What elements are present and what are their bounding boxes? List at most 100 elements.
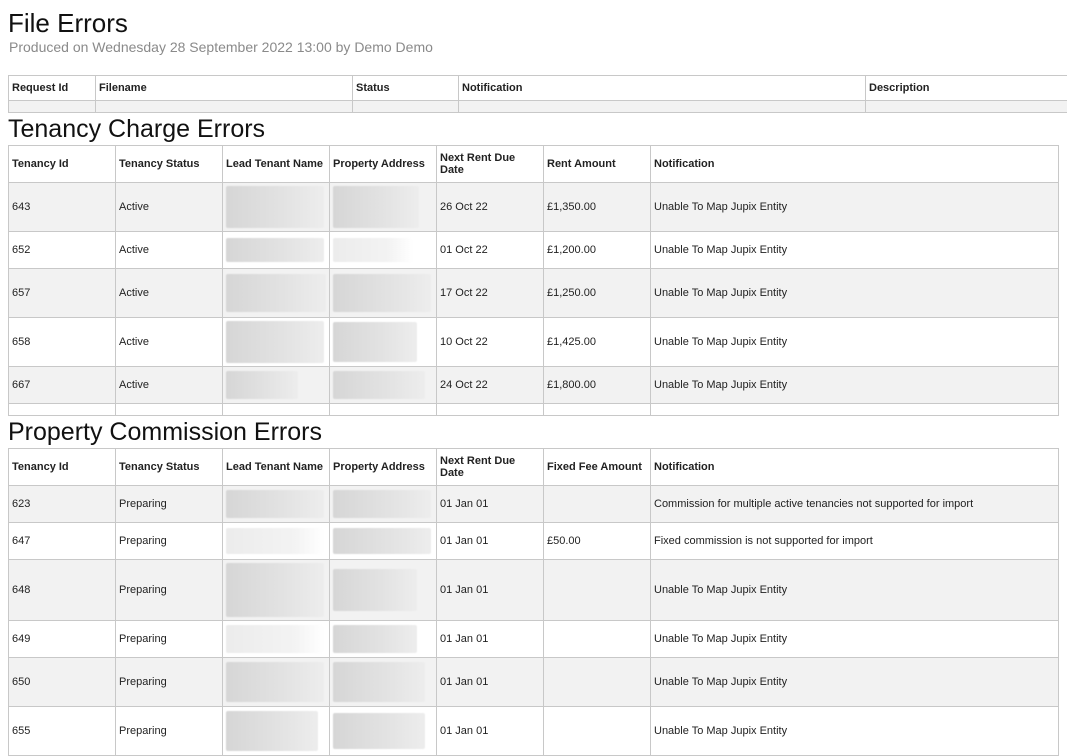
tenancy-charge-table: Tenancy Id Tenancy Status Lead Tenant Na… [8,145,1059,416]
page-title: File Errors [8,8,128,38]
fixed-fee-amount-cell [544,658,651,707]
property-address-cell [330,621,437,658]
column-header: Tenancy Status [116,146,223,183]
table-row: 647 Preparing 01 Jan 01 £50.00 Fixed com… [9,523,1059,560]
property-address-cell [330,232,437,269]
redacted-name [226,371,298,399]
next-rent-due-cell: 26 Oct 22 [437,183,544,232]
lead-tenant-name-cell [223,707,330,756]
next-rent-due-cell: 01 Jan 01 [437,707,544,756]
next-rent-due-cell: 01 Jan 01 [437,486,544,523]
next-rent-due-cell: 24 Oct 22 [437,367,544,404]
column-header: Tenancy Id [9,146,116,183]
tenancy-status-cell: Active [116,232,223,269]
property-address-cell [330,183,437,232]
redacted-address [333,569,417,611]
tenancy-status-cell: Preparing [116,486,223,523]
column-header: Lead Tenant Name [223,449,330,486]
rent-amount-cell: £1,800.00 [544,367,651,404]
lead-tenant-name-cell [223,318,330,367]
column-header: Notification [651,449,1059,486]
table-header-row: Tenancy Id Tenancy Status Lead Tenant Na… [9,449,1059,486]
tenancy-status-cell: Preparing [116,707,223,756]
table-row: 650 Preparing 01 Jan 01 Unable To Map Ju… [9,658,1059,707]
tenancy-status-cell: Preparing [116,560,223,621]
lead-tenant-name-cell [223,367,330,404]
property-address-cell [330,523,437,560]
tenancy-id-cell: 655 [9,707,116,756]
tenancy-status-cell: Preparing [116,523,223,560]
property-address-cell [330,486,437,523]
column-header: Next Rent Due Date [437,146,544,183]
next-rent-due-cell: 01 Jan 01 [437,658,544,707]
lead-tenant-name-cell [223,486,330,523]
tenancy-status-cell: Active [116,318,223,367]
notification-cell: Unable To Map Jupix Entity [651,707,1059,756]
property-address-cell [330,367,437,404]
notification-cell: Unable To Map Jupix Entity [651,232,1059,269]
redacted-name [226,711,318,751]
redacted-name [226,274,326,312]
property-address-cell [330,560,437,621]
redacted-address [333,238,413,262]
lead-tenant-name-cell [223,658,330,707]
next-rent-due-cell: 01 Jan 01 [437,560,544,621]
column-header: Fixed Fee Amount [544,449,651,486]
tenancy-id-cell: 650 [9,658,116,707]
fixed-fee-amount-cell [544,560,651,621]
tenancy-id-cell: 643 [9,183,116,232]
column-header: Tenancy Id [9,449,116,486]
next-rent-due-cell: 17 Oct 22 [437,269,544,318]
lead-tenant-name-cell [223,183,330,232]
table-row: 623 Preparing 01 Jan 01 Commission for m… [9,486,1059,523]
fixed-fee-amount-cell [544,486,651,523]
fixed-fee-amount-cell [544,707,651,756]
column-header: Property Address [330,146,437,183]
section-title-tenancy-charge: Tenancy Charge Errors [8,115,265,143]
redacted-address [333,371,425,399]
next-rent-due-cell: 01 Jan 01 [437,621,544,658]
tenancy-id-cell: 623 [9,486,116,523]
lead-tenant-name-cell [223,232,330,269]
redacted-address [333,713,425,749]
notification-cell: Commission for multiple active tenancies… [651,486,1059,523]
column-header: Property Address [330,449,437,486]
redacted-name [226,662,324,702]
property-address-cell [330,318,437,367]
tenancy-status-cell: Active [116,269,223,318]
table-row-empty [9,404,1059,416]
notification-cell: Fixed commission is not supported for im… [651,523,1059,560]
table-row: 649 Preparing 01 Jan 01 Unable To Map Ju… [9,621,1059,658]
column-header: Request Id [9,76,96,101]
redacted-name [226,563,324,617]
table-row: 658 Active 10 Oct 22 £1,425.00 Unable To… [9,318,1059,367]
column-header: Status [353,76,459,101]
redacted-name [226,238,324,262]
fixed-fee-amount-cell [544,621,651,658]
lead-tenant-name-cell [223,560,330,621]
rent-amount-cell: £1,425.00 [544,318,651,367]
tenancy-id-cell: 667 [9,367,116,404]
redacted-name [226,528,324,554]
property-address-cell [330,707,437,756]
rent-amount-cell: £1,200.00 [544,232,651,269]
redacted-address [333,528,431,554]
file-errors-table: Request Id Filename Status Notification … [8,75,1067,113]
lead-tenant-name-cell [223,269,330,318]
section-title-property-commission: Property Commission Errors [8,418,322,446]
rent-amount-cell: £1,350.00 [544,183,651,232]
redacted-address [333,322,417,362]
notification-cell: Unable To Map Jupix Entity [651,183,1059,232]
notification-cell: Unable To Map Jupix Entity [651,318,1059,367]
redacted-name [226,321,324,363]
table-row: 643 Active 26 Oct 22 £1,350.00 Unable To… [9,183,1059,232]
redacted-address [333,274,431,312]
tenancy-status-cell: Preparing [116,621,223,658]
property-address-cell [330,269,437,318]
next-rent-due-cell: 10 Oct 22 [437,318,544,367]
notification-cell: Unable To Map Jupix Entity [651,367,1059,404]
rent-amount-cell: £1,250.00 [544,269,651,318]
tenancy-status-cell: Preparing [116,658,223,707]
redacted-address [333,186,419,228]
lead-tenant-name-cell [223,523,330,560]
